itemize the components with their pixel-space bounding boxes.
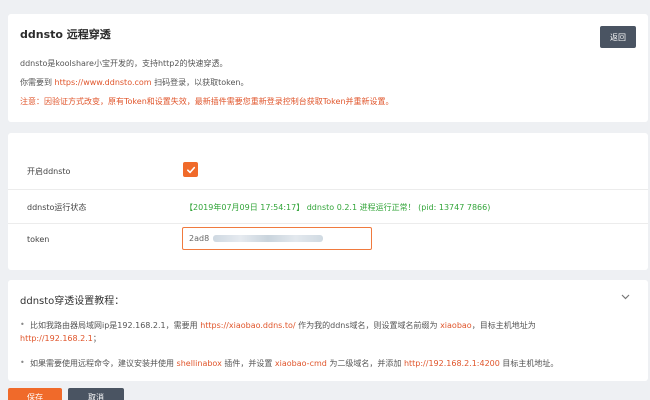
cancel-label: 取消 bbox=[88, 392, 104, 400]
ddns-domain-link[interactable]: https://xiaobao.ddns.to/ bbox=[200, 321, 295, 330]
guide-title: ddnsto穿透设置教程： bbox=[20, 296, 125, 307]
check-icon bbox=[186, 166, 195, 173]
row-status: ddnsto运行状态 【2019年07月09日 17:54:17】 ddnsto… bbox=[8, 190, 648, 223]
status-label: ddnsto运行状态 bbox=[27, 203, 87, 212]
save-button[interactable]: 保存 bbox=[8, 388, 62, 400]
intro-card: ddnsto 远程穿透 返回 ddnsto是koolshare小宝开发的，支持h… bbox=[8, 14, 648, 122]
guide-text: 目标主机地址。 bbox=[499, 359, 559, 368]
guide-item-1-cont: http://192.168.2.1； bbox=[20, 333, 101, 344]
enable-checkbox[interactable] bbox=[183, 162, 198, 177]
token-label: token bbox=[27, 235, 50, 244]
page-title: ddnsto 远程穿透 bbox=[20, 28, 111, 41]
ddnsto-link[interactable]: https://www.ddnsto.com bbox=[55, 78, 152, 87]
warning-label: 注意： bbox=[20, 97, 44, 106]
save-label: 保存 bbox=[27, 392, 43, 400]
guide-text: 插件，并设置 bbox=[221, 359, 275, 368]
subdomain-highlight: xiaobao-cmd bbox=[274, 359, 327, 368]
target-url[interactable]: http://192.168.2.1 bbox=[20, 334, 93, 343]
cancel-button[interactable]: 取消 bbox=[68, 388, 124, 400]
intro-line-2: 你需要到 https://www.ddnsto.com 扫码登录，以获取toke… bbox=[20, 77, 249, 88]
shell-url[interactable]: http://192.168.2.1:4200 bbox=[404, 359, 500, 368]
guide-item-1: 比如我路由器局域网ip是192.168.2.1，需要用 https://xiao… bbox=[30, 320, 536, 331]
guide-text: 如果需要使用远程命令，建议安装并使用 bbox=[30, 359, 177, 368]
warning-text: 因验证方式改变，原有Token和设置失效，最新插件需要您重新登录控制台获取Tok… bbox=[44, 97, 394, 106]
guide-text: 作为我的ddns域名，则设置域名前缀为 bbox=[295, 321, 441, 330]
guide-text: ，目标主机地址为 bbox=[471, 321, 536, 330]
intro-line-2-suffix: 扫码登录，以获取token。 bbox=[151, 78, 249, 87]
guide-text: 比如我路由器局域网ip是192.168.2.1，需要用 bbox=[30, 321, 201, 330]
warning-line: 注意：因验证方式改变，原有Token和设置失效，最新插件需要您重新登录控制台获取… bbox=[20, 96, 394, 107]
token-redaction bbox=[213, 235, 323, 242]
enable-label: 开启ddnsto bbox=[27, 167, 71, 176]
prefix-highlight: xiaobao bbox=[440, 321, 472, 330]
intro-line-1: ddnsto是koolshare小宝开发的，支持http2的快速穿透。 bbox=[20, 59, 228, 68]
chevron-down-icon[interactable] bbox=[621, 294, 630, 300]
guide-item-2: 如果需要使用远程命令，建议安装并使用 shellinabox 插件，并设置 xi… bbox=[30, 358, 558, 369]
plugin-highlight: shellinabox bbox=[176, 359, 222, 368]
guide-text: 为二级域名，并添加 bbox=[326, 359, 404, 368]
intro-line-2-prefix: 你需要到 bbox=[20, 78, 55, 87]
row-enable: 开启ddnsto bbox=[8, 154, 648, 187]
guide-text: ； bbox=[92, 334, 101, 343]
guide-card: ddnsto穿透设置教程： • 比如我路由器局域网ip是192.168.2.1，… bbox=[8, 280, 648, 381]
back-button[interactable]: 返回 bbox=[600, 26, 636, 48]
status-text: 【2019年07月09日 17:54:17】 ddnsto 0.2.1 进程运行… bbox=[185, 203, 491, 212]
divider bbox=[8, 223, 648, 224]
settings-card: 开启ddnsto ddnsto运行状态 【2019年07月09日 17:54:1… bbox=[8, 133, 648, 270]
